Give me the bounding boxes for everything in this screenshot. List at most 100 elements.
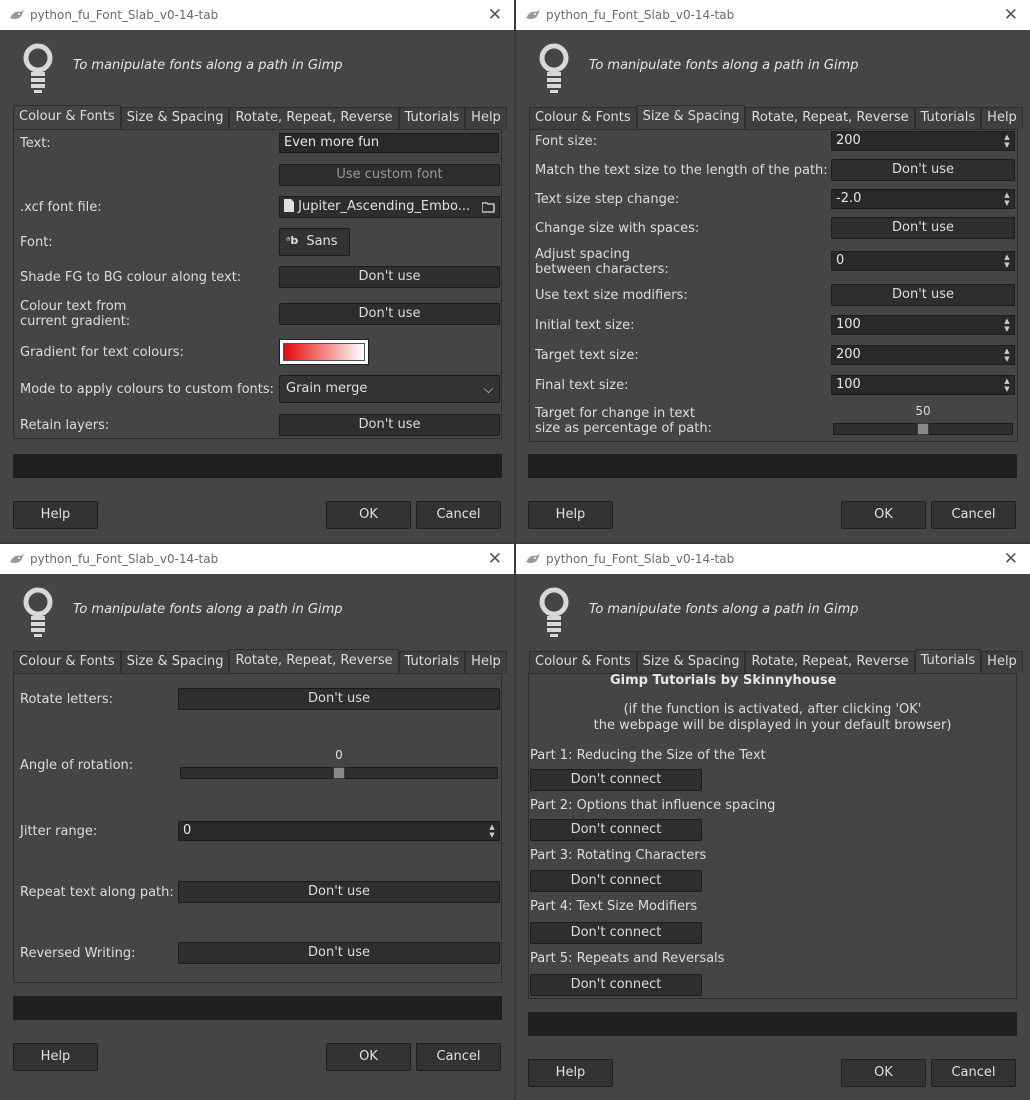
- cancel-button[interactable]: Cancel: [931, 501, 1016, 529]
- font-size-value: 200: [836, 133, 861, 148]
- tab-tutorials[interactable]: Tutorials: [914, 649, 982, 673]
- close-icon[interactable]: ✕: [488, 5, 502, 25]
- window-title: python_fu_Font_Slab_v0-14-tab: [546, 552, 735, 566]
- spaces-toggle[interactable]: Don't use: [831, 217, 1015, 239]
- colour-gradient-toggle[interactable]: Don't use: [279, 303, 500, 325]
- help-button[interactable]: Help: [528, 1059, 613, 1087]
- match-toggle[interactable]: Don't use: [831, 159, 1015, 181]
- text-input[interactable]: Even more fun: [279, 133, 499, 153]
- help-button[interactable]: Help: [13, 501, 98, 529]
- colour-gradient-label-1: Colour text from: [20, 299, 127, 314]
- tab-size-spacing[interactable]: Size & Spacing: [120, 107, 230, 129]
- tab-colour-fonts[interactable]: Colour & Fonts: [529, 107, 637, 129]
- part-5-button[interactable]: Don't connect: [530, 974, 702, 996]
- step-spinner[interactable]: -2.0 ▲ ▼: [831, 189, 1015, 209]
- tab-tutorials[interactable]: Tutorials: [914, 107, 982, 129]
- part-2-button[interactable]: Don't connect: [530, 819, 702, 841]
- tutorials-note-1: (if the function is activated, after cli…: [623, 702, 922, 717]
- cancel-button[interactable]: Cancel: [416, 1043, 501, 1071]
- spin-arrows-icon[interactable]: ▲ ▼: [1002, 377, 1012, 393]
- ok-button[interactable]: OK: [841, 501, 926, 529]
- dialog-rotate-repeat-reverse: python_fu_Font_Slab_v0-14-tab ✕ To manip…: [0, 544, 514, 1100]
- repeat-toggle[interactable]: Don't use: [178, 881, 500, 903]
- spin-arrows-icon[interactable]: ▲ ▼: [487, 823, 497, 839]
- dialog-size-spacing: python_fu_Font_Slab_v0-14-tab ✕ To manip…: [516, 0, 1030, 542]
- tab-size-spacing[interactable]: Size & Spacing: [636, 651, 746, 673]
- font-chooser-button[interactable]: ᵃb Sans: [279, 228, 350, 256]
- tab-colour-fonts[interactable]: Colour & Fonts: [529, 651, 637, 673]
- part-3-label: Part 3: Rotating Characters: [530, 848, 707, 863]
- title-bar[interactable]: python_fu_Font_Slab_v0-14-tab ✕: [0, 0, 514, 30]
- close-icon[interactable]: ✕: [1004, 549, 1018, 569]
- slider-knob[interactable]: [917, 423, 929, 435]
- target-spinner[interactable]: 200 ▲ ▼: [831, 345, 1015, 365]
- cancel-button[interactable]: Cancel: [931, 1059, 1016, 1087]
- angle-slider[interactable]: [180, 767, 498, 779]
- initial-spinner[interactable]: 100 ▲ ▼: [831, 315, 1015, 335]
- tab-help[interactable]: Help: [465, 107, 507, 129]
- ok-button[interactable]: OK: [326, 501, 411, 529]
- spaces-label: Change size with spaces:: [535, 221, 700, 236]
- xcf-file-chooser[interactable]: Jupiter_Ascending_Embo...: [279, 196, 500, 218]
- shade-label: Shade FG to BG colour along text:: [20, 270, 242, 285]
- part-4-label: Part 4: Text Size Modifiers: [530, 899, 698, 914]
- tab-rotate-repeat-reverse[interactable]: Rotate, Repeat, Reverse: [229, 649, 399, 673]
- spin-arrows-icon[interactable]: ▲ ▼: [1002, 133, 1012, 149]
- pct-slider[interactable]: [833, 423, 1013, 435]
- spin-arrows-icon[interactable]: ▲ ▼: [1002, 191, 1012, 207]
- ok-button[interactable]: OK: [841, 1059, 926, 1087]
- tab-size-spacing[interactable]: Size & Spacing: [120, 651, 230, 673]
- font-size-spinner[interactable]: 200 ▲ ▼: [831, 131, 1015, 151]
- title-bar[interactable]: python_fu_Font_Slab_v0-14-tab ✕: [0, 544, 514, 574]
- xcf-file-label: .xcf font file:: [20, 200, 102, 215]
- part-3-button[interactable]: Don't connect: [530, 870, 702, 892]
- tab-tutorials[interactable]: Tutorials: [398, 651, 466, 673]
- part-4-button[interactable]: Don't connect: [530, 922, 702, 944]
- tab-help[interactable]: Help: [981, 107, 1023, 129]
- part-1-button[interactable]: Don't connect: [530, 769, 702, 791]
- title-bar[interactable]: python_fu_Font_Slab_v0-14-tab ✕: [516, 544, 1030, 574]
- cancel-button[interactable]: Cancel: [416, 501, 501, 529]
- dialog-subtitle: To manipulate fonts along a path in Gimp: [73, 602, 343, 617]
- ok-button[interactable]: OK: [326, 1043, 411, 1071]
- tab-colour-fonts[interactable]: Colour & Fonts: [13, 651, 121, 673]
- title-bar[interactable]: python_fu_Font_Slab_v0-14-tab ✕: [516, 0, 1030, 30]
- tab-help[interactable]: Help: [465, 651, 507, 673]
- tab-help[interactable]: Help: [981, 651, 1023, 673]
- target-value: 200: [836, 347, 861, 362]
- tab-rotate-repeat-reverse[interactable]: Rotate, Repeat, Reverse: [745, 107, 915, 129]
- jitter-spinner[interactable]: 0 ▲ ▼: [178, 821, 500, 841]
- progress-bar: [528, 454, 1017, 478]
- tab-rotate-repeat-reverse[interactable]: Rotate, Repeat, Reverse: [745, 651, 915, 673]
- retain-label: Retain layers:: [20, 418, 110, 433]
- lightbulb-icon: [23, 43, 53, 93]
- adjust-spinner[interactable]: 0 ▲ ▼: [831, 251, 1015, 271]
- tutorials-note-2: the webpage will be displayed in your de…: [593, 718, 952, 733]
- font-icon: ᵃb: [286, 234, 299, 247]
- gradient-label: Gradient for text colours:: [20, 345, 184, 360]
- tab-colour-fonts[interactable]: Colour & Fonts: [13, 105, 121, 129]
- modifiers-toggle[interactable]: Don't use: [831, 284, 1015, 306]
- spin-arrows-icon[interactable]: ▲ ▼: [1002, 317, 1012, 333]
- help-button[interactable]: Help: [528, 501, 613, 529]
- retain-toggle[interactable]: Don't use: [279, 414, 500, 436]
- pct-label-1: Target for change in text: [535, 406, 695, 421]
- close-icon[interactable]: ✕: [488, 549, 502, 569]
- help-button[interactable]: Help: [13, 1043, 98, 1071]
- tab-size-spacing[interactable]: Size & Spacing: [636, 105, 746, 129]
- shade-toggle[interactable]: Don't use: [279, 266, 500, 288]
- close-icon[interactable]: ✕: [1004, 5, 1018, 25]
- spin-arrows-icon[interactable]: ▲ ▼: [1002, 253, 1012, 269]
- use-custom-font-button[interactable]: Use custom font: [279, 164, 500, 186]
- rotate-toggle[interactable]: Don't use: [178, 688, 500, 710]
- tab-tutorials[interactable]: Tutorials: [398, 107, 466, 129]
- slider-knob[interactable]: [333, 767, 345, 779]
- tab-rotate-repeat-reverse[interactable]: Rotate, Repeat, Reverse: [229, 107, 399, 129]
- tab-bar: Colour & Fonts Size & Spacing Rotate, Re…: [529, 105, 1023, 129]
- reversed-toggle[interactable]: Don't use: [178, 942, 500, 964]
- spin-arrows-icon[interactable]: ▲ ▼: [1002, 347, 1012, 363]
- final-spinner[interactable]: 100 ▲ ▼: [831, 375, 1015, 395]
- mode-selected: Grain merge: [286, 381, 368, 396]
- gradient-button[interactable]: [279, 339, 369, 365]
- mode-dropdown[interactable]: Grain merge ⌵: [279, 375, 500, 403]
